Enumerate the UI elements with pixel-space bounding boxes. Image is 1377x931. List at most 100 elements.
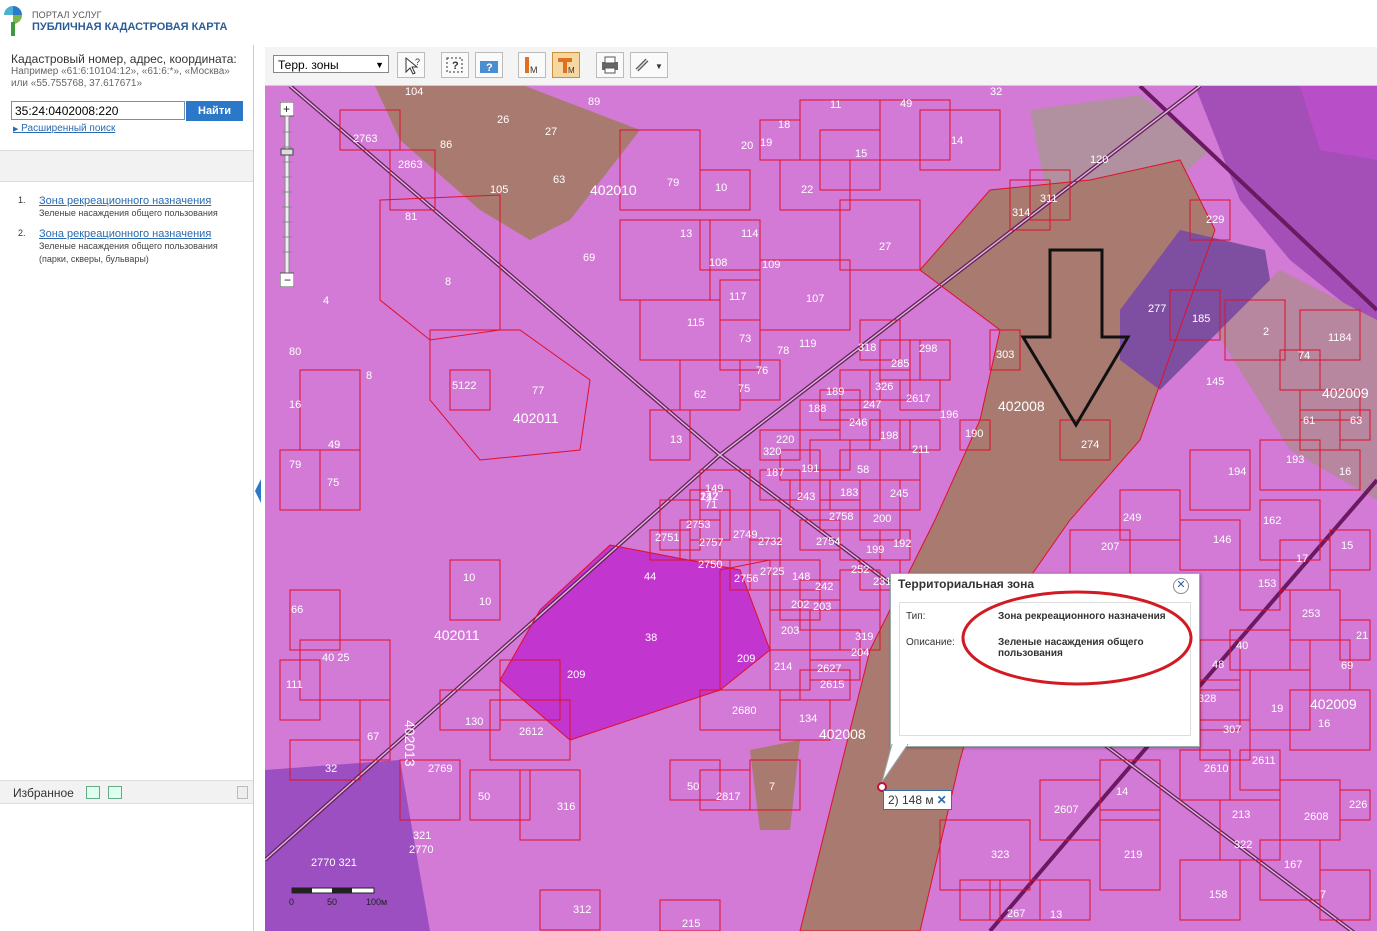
parcel-label: 13 xyxy=(670,434,682,446)
print-button[interactable] xyxy=(596,52,624,78)
parcel-label: 320 xyxy=(763,446,781,458)
svg-text:?: ? xyxy=(415,57,420,67)
favorites-label: Избранное xyxy=(13,786,74,800)
left-panel: Кадастровый номер, адрес, координата: На… xyxy=(0,45,254,931)
block-label: 402011 xyxy=(513,410,559,426)
layer-select-value: Терр. зоны xyxy=(278,58,339,72)
results-header-bar xyxy=(0,150,253,182)
parcel-label: 246 xyxy=(849,417,867,429)
parcel-label: 2754 xyxy=(816,536,840,548)
parcel-label: 192 xyxy=(893,538,911,550)
parcel-label: 66 xyxy=(291,604,303,616)
map-toolbar: Терр. зоны ▼ ? ? ? M M ▼ xyxy=(265,47,1377,86)
parcel-label: 214 xyxy=(774,661,792,673)
ruler-area-icon: M xyxy=(558,58,575,75)
result-link[interactable]: Зона рекреационного назначения xyxy=(39,228,246,240)
parcel-label: 130 xyxy=(465,716,483,728)
triangle-right-icon: ▶ xyxy=(13,126,19,133)
area-info-button[interactable]: ? xyxy=(441,52,469,78)
zoom-out-icon[interactable]: − xyxy=(284,273,291,287)
parcel-label: 50 xyxy=(478,791,490,803)
identify-cursor-button[interactable]: ? xyxy=(397,52,425,78)
parcel-label: 203 xyxy=(781,625,799,637)
parcel-label: 7 xyxy=(769,781,775,793)
parcel-label: 183 xyxy=(840,487,858,499)
search-label: Кадастровый номер, адрес, координата: xyxy=(11,52,237,66)
parcel-label: 188 xyxy=(808,403,826,415)
scale-label: 0 xyxy=(289,897,294,907)
trash-icon[interactable] xyxy=(237,786,248,799)
block-label: 402008 xyxy=(819,726,866,742)
parcel-label: 18 xyxy=(778,119,790,131)
parcel-label: 231 xyxy=(873,576,891,588)
parcel-label: 5122 xyxy=(452,380,476,392)
parcel-label: 193 xyxy=(1286,454,1304,466)
collapse-panel-icon[interactable] xyxy=(254,478,262,504)
parcel-label: 62 xyxy=(694,389,706,401)
export-favorite-icon[interactable] xyxy=(108,786,122,799)
add-favorite-icon[interactable] xyxy=(86,786,100,799)
portal-title[interactable]: ПУБЛИЧНАЯ КАДАСТРОВАЯ КАРТА xyxy=(32,21,227,33)
link-chain-icon: ▼ xyxy=(635,58,663,72)
block-label: 402009 xyxy=(1322,385,1369,401)
parcel-label: 109 xyxy=(762,259,780,271)
parcel-label: 211 xyxy=(912,444,930,456)
search-button[interactable]: Найти xyxy=(186,101,243,121)
printer-icon xyxy=(602,56,618,74)
parcel-label: 307 xyxy=(1223,724,1241,736)
parcel-label: 78 xyxy=(777,345,789,357)
parcel-label: 2756 xyxy=(734,573,758,585)
map-canvas[interactable]: 402010 402011 402011 402013 402008 40200… xyxy=(265,86,1377,931)
link-button[interactable]: ▼ xyxy=(630,52,668,78)
results-list: 1. Зона рекреационного назначения Зелены… xyxy=(18,195,246,274)
layer-select[interactable]: Терр. зоны ▼ xyxy=(273,55,389,73)
parcel-label: 86 xyxy=(440,139,452,151)
parcel-label: 328 xyxy=(1198,693,1216,705)
parcel-label: 107 xyxy=(806,293,824,305)
parcel-label: 1184 xyxy=(1328,332,1352,344)
parcel-label: 2617 xyxy=(906,393,930,405)
info-button[interactable]: ? xyxy=(475,52,503,78)
area-question-icon: ? xyxy=(446,57,463,73)
parcel-label: 204 xyxy=(851,647,869,659)
parcel-label: 220 xyxy=(776,434,794,446)
parcel-label: 115 xyxy=(687,317,705,329)
measure-length-button[interactable]: M xyxy=(518,52,546,78)
parcel-label: 252 xyxy=(851,564,869,576)
zoom-in-icon[interactable]: + xyxy=(283,102,290,116)
parcel-label: 215 xyxy=(682,918,700,930)
parcel-label: 316 xyxy=(557,801,575,813)
map-view[interactable]: 402010 402011 402011 402013 402008 40200… xyxy=(265,86,1377,931)
parcel-label: 14 xyxy=(951,135,963,147)
parcel-label: 274 xyxy=(1081,439,1099,451)
parcel-label: 312 xyxy=(573,904,591,916)
result-number: 2. xyxy=(18,228,26,238)
parcel-label: 2608 xyxy=(1304,811,1328,823)
advanced-search-link[interactable]: ▶ Расширенный поиск xyxy=(13,123,115,134)
svg-text:?: ? xyxy=(486,62,493,74)
parcel-label: 243 xyxy=(797,491,815,503)
parcel-label: 134 xyxy=(799,713,817,725)
parcel-label: 247 xyxy=(863,399,881,411)
parcel-label: 2757 xyxy=(699,537,723,549)
parcel-label: 199 xyxy=(866,544,884,556)
parcel-label: 74 xyxy=(1298,350,1310,362)
parcel-label: 27 xyxy=(545,126,557,138)
result-link[interactable]: Зона рекреационного назначения xyxy=(39,195,246,207)
result-description: Зеленые насаждения общего пользования xyxy=(39,208,218,218)
svg-text:▼: ▼ xyxy=(655,62,663,71)
zoom-handle[interactable] xyxy=(280,148,294,156)
measure-area-button[interactable]: M xyxy=(552,52,580,78)
parcel-label: 209 xyxy=(567,669,585,681)
measure-label: 2) 148 м ✕ xyxy=(883,790,952,810)
parcel-label: 49 xyxy=(900,98,912,110)
parcel-label: 19 xyxy=(760,137,772,149)
parcel-label: 19 xyxy=(1271,703,1283,715)
parcel-label: 2770 321 xyxy=(311,857,357,869)
parcel-label: 2817 xyxy=(716,791,740,803)
description-label: Описание: xyxy=(906,637,955,648)
search-input[interactable] xyxy=(11,101,185,120)
parcel-label: 185 xyxy=(1192,313,1210,325)
close-icon[interactable]: ✕ xyxy=(937,793,947,807)
zoom-slider[interactable]: + − xyxy=(280,102,294,287)
